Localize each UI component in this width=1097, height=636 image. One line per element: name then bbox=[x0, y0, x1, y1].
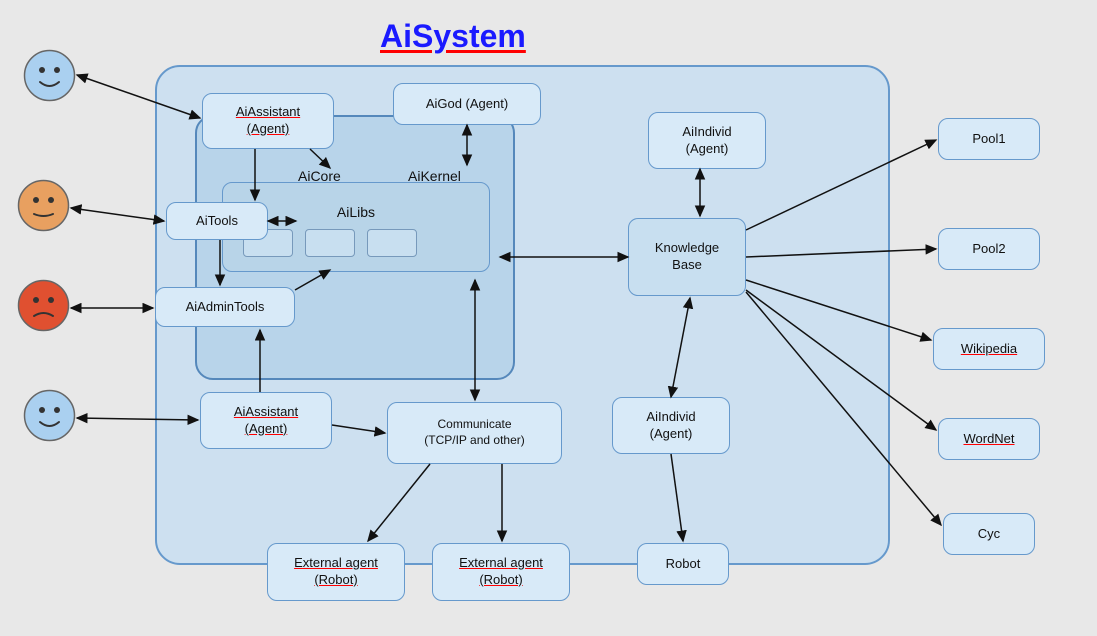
node-wordnet: WordNet bbox=[938, 418, 1040, 460]
label: Robot bbox=[666, 556, 701, 573]
smiley-4 bbox=[22, 388, 77, 443]
node-external-agent-1: External agent(Robot) bbox=[267, 543, 405, 601]
label: AiAdminTools bbox=[186, 299, 265, 316]
label: External agent(Robot) bbox=[459, 555, 543, 589]
ailibs-label: AiLibs bbox=[337, 203, 375, 221]
label: AiTools bbox=[196, 213, 238, 230]
node-pool1: Pool1 bbox=[938, 118, 1040, 160]
smiley-1 bbox=[22, 48, 77, 103]
node-aiadmintools: AiAdminTools bbox=[155, 287, 295, 327]
node-pool2: Pool2 bbox=[938, 228, 1040, 270]
node-cyc: Cyc bbox=[943, 513, 1035, 555]
node-robot: Robot bbox=[637, 543, 729, 585]
label: AiAssistant(Agent) bbox=[234, 404, 298, 438]
label: WordNet bbox=[963, 431, 1014, 448]
label: External agent(Robot) bbox=[294, 555, 378, 589]
node-aitools: AiTools bbox=[166, 202, 268, 240]
node-wikipedia: Wikipedia bbox=[933, 328, 1045, 370]
node-aicore-label: AiCore bbox=[298, 168, 341, 184]
node-aigod: AiGod (Agent) bbox=[393, 83, 541, 125]
node-aiindivid-bottom: AiIndivid(Agent) bbox=[612, 397, 730, 454]
node-knowledge-base: KnowledgeBase bbox=[628, 218, 746, 296]
label: AiAssistant(Agent) bbox=[236, 104, 300, 138]
diagram-container: AiSystem AiLibs AiAssistant(Agent) AiGod… bbox=[0, 0, 1097, 636]
smiley-2 bbox=[16, 178, 71, 233]
label: Pool2 bbox=[972, 241, 1005, 258]
label: AiGod (Agent) bbox=[426, 96, 508, 113]
node-external-agent-2: External agent(Robot) bbox=[432, 543, 570, 601]
node-ai-assistant-bottom: AiAssistant(Agent) bbox=[200, 392, 332, 449]
label: Pool1 bbox=[972, 131, 1005, 148]
label: Communicate(TCP/IP and other) bbox=[424, 417, 525, 448]
label: Wikipedia bbox=[961, 341, 1017, 358]
node-aiindivid-top: AiIndivid(Agent) bbox=[648, 112, 766, 169]
label: Cyc bbox=[978, 526, 1000, 543]
node-ai-assistant-top: AiAssistant(Agent) bbox=[202, 93, 334, 149]
diagram-title: AiSystem bbox=[380, 18, 526, 55]
label: AiIndivid(Agent) bbox=[682, 124, 731, 158]
label: KnowledgeBase bbox=[655, 240, 719, 274]
smiley-3 bbox=[16, 278, 71, 333]
node-aikernel-label: AiKernel bbox=[408, 168, 461, 184]
node-communicate: Communicate(TCP/IP and other) bbox=[387, 402, 562, 464]
label: AiIndivid(Agent) bbox=[646, 409, 695, 443]
